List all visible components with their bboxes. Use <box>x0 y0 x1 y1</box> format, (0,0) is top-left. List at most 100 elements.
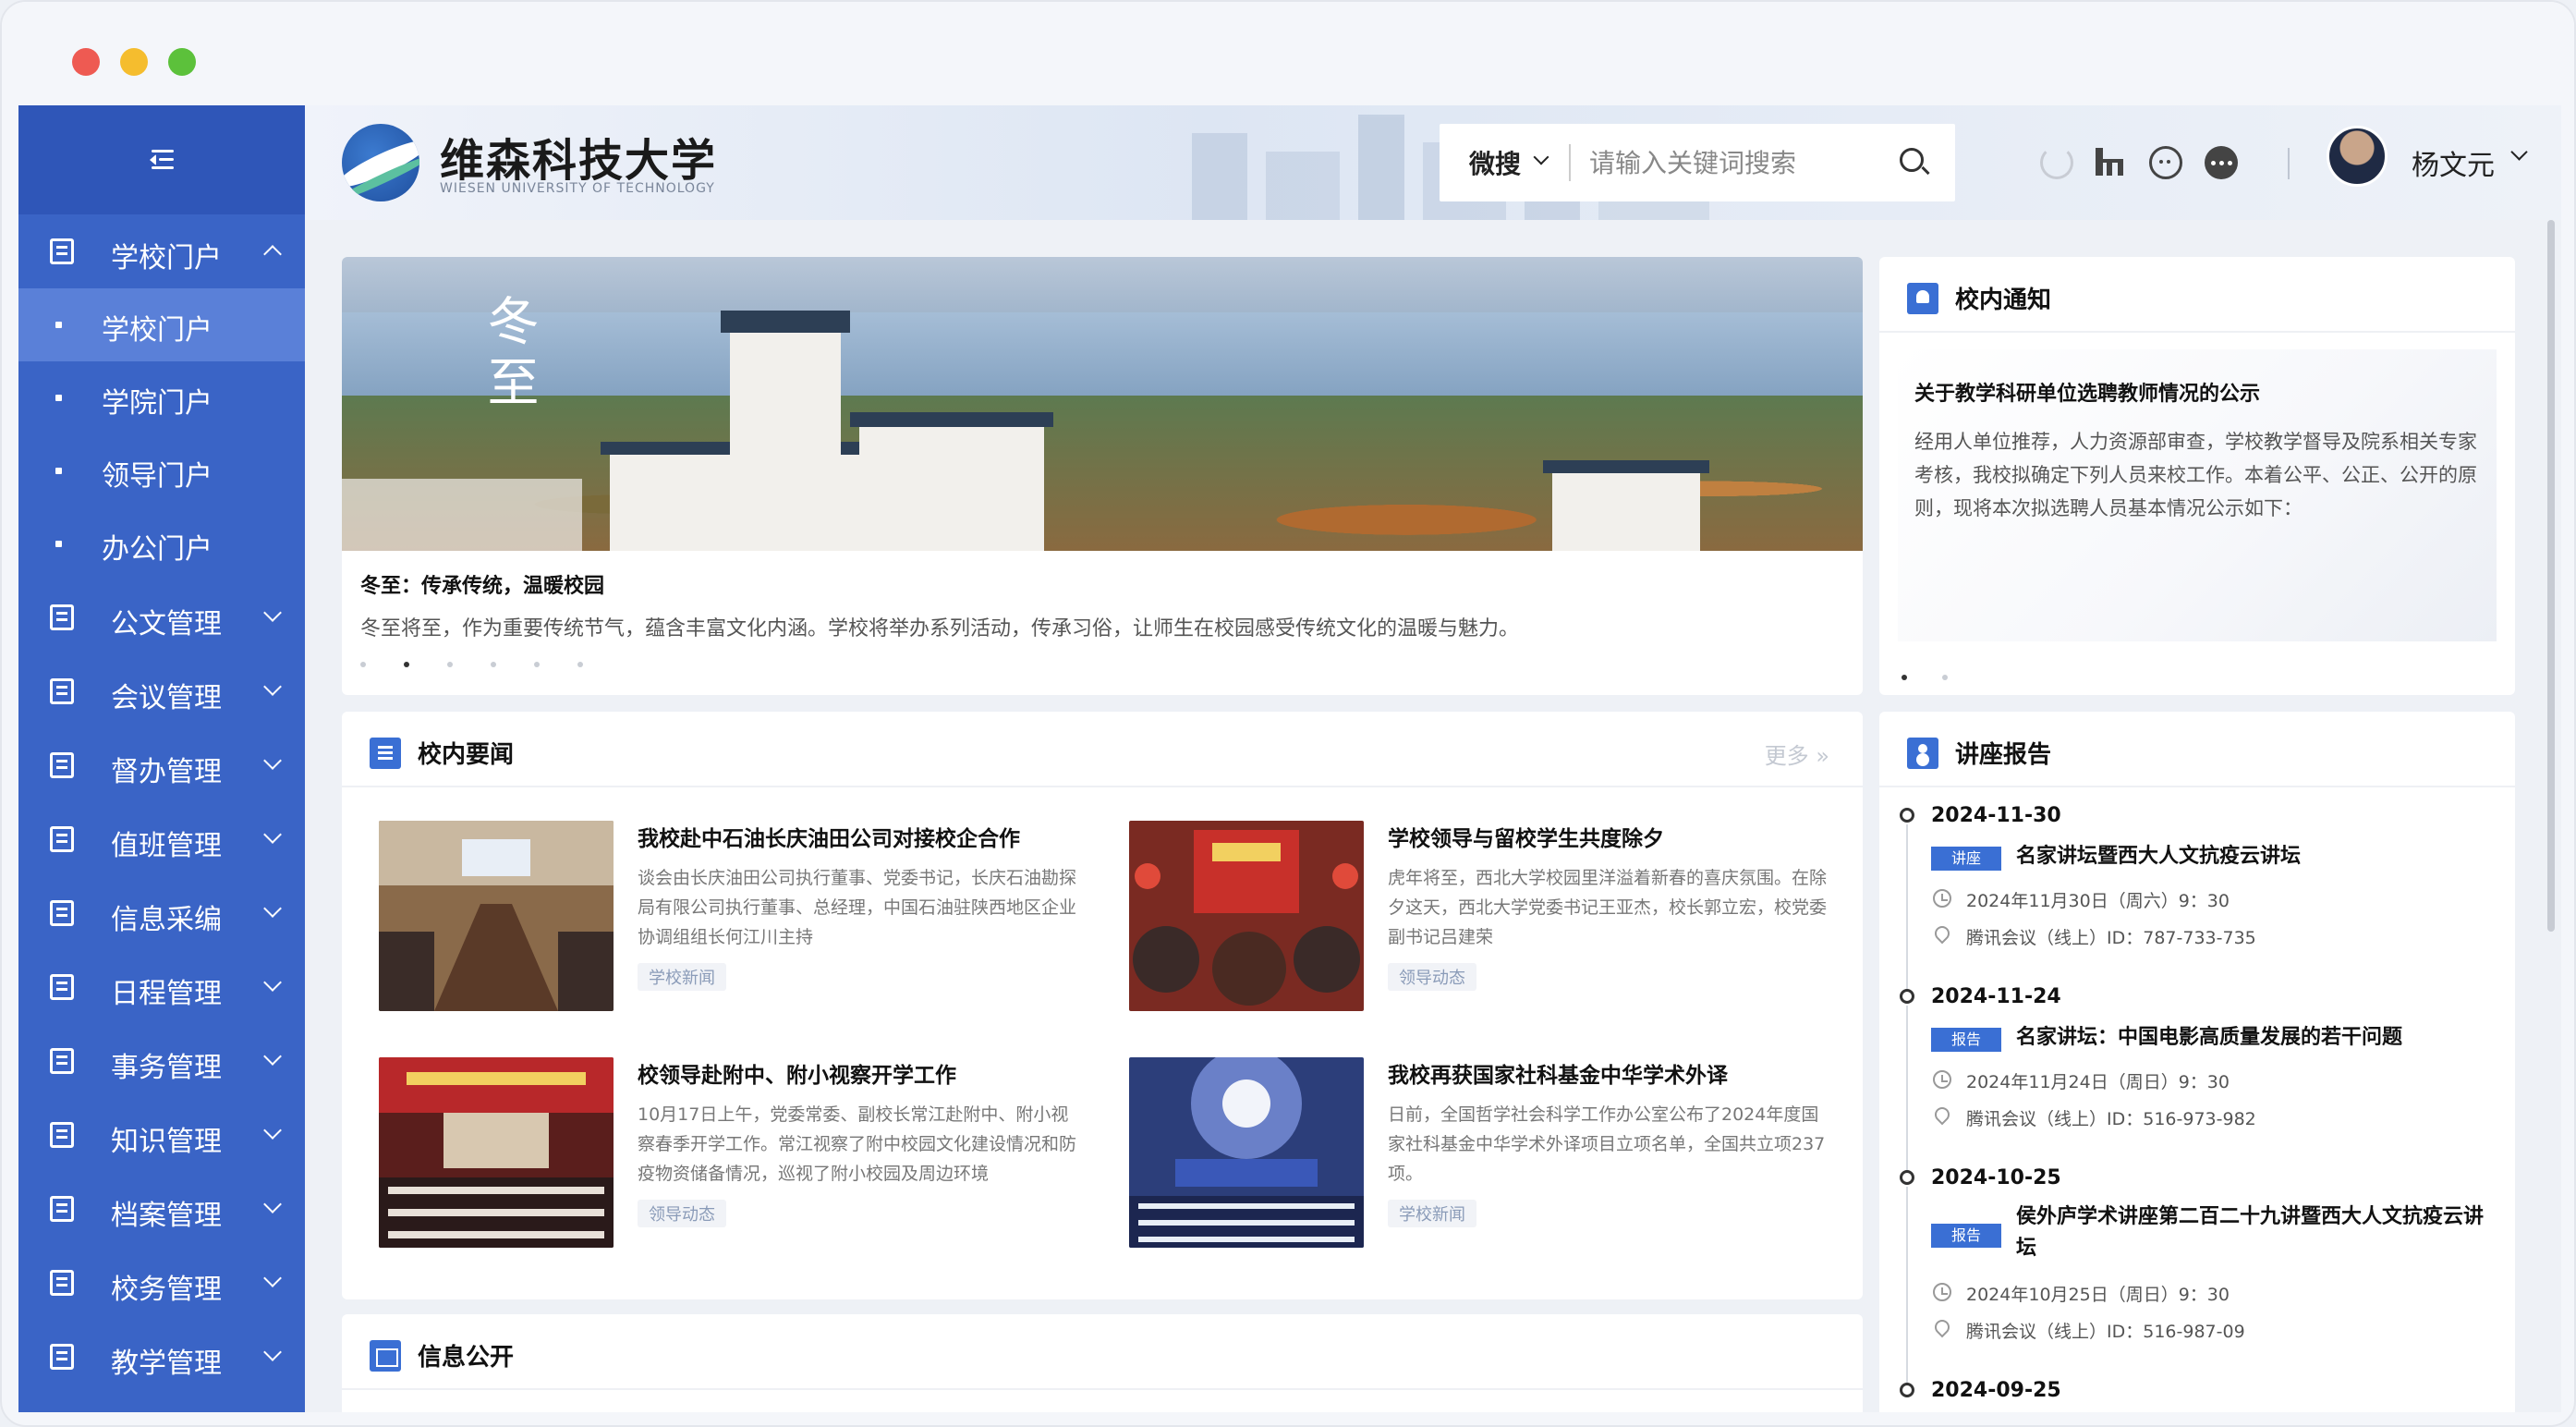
timeline-node <box>1900 1170 1914 1185</box>
minimize-window-button[interactable] <box>120 48 148 76</box>
news-item-title[interactable]: 我校再获国家社科基金中华学术外译 <box>1388 1057 1728 1089</box>
org-chart-icon[interactable] <box>2094 146 2127 179</box>
sidebar-group-affairs-mgmt[interactable]: 事务管理 <box>18 1024 305 1098</box>
notice-item-title[interactable]: 关于教学科研单位选聘教师情况的公示 <box>1914 377 2260 407</box>
document-icon <box>50 1270 74 1296</box>
news-thumbnail[interactable] <box>1129 821 1364 1011</box>
lecture-location: 腾讯会议（线上）ID：516-987-09 <box>1966 1322 2245 1342</box>
news-item-summary: 10月17日上午，党委常委、副校长常江赴附中、附小视察春季开学工作。常江视察了附… <box>638 1104 1077 1184</box>
news-item-tag[interactable]: 学校新闻 <box>638 963 726 991</box>
carousel-dot[interactable] <box>577 662 583 667</box>
sidebar-group-document-mgmt[interactable]: 公文管理 <box>18 580 305 654</box>
sidebar-group-school-portal[interactable]: 学校门户 <box>18 214 305 288</box>
sidebar-group-label: 校务管理 <box>111 1274 222 1306</box>
lecture-title[interactable]: 名家讲坛暨西大人文抗疫云讲坛 <box>2016 841 2497 872</box>
news-more-link[interactable]: 更多 » <box>1765 738 1829 770</box>
news-thumbnail[interactable] <box>379 1057 614 1248</box>
news-item-title[interactable]: 我校赴中石油长庆油田公司对接校企合作 <box>638 821 1020 852</box>
news-thumbnail[interactable] <box>379 821 614 1011</box>
sidebar-group-duty-mgmt[interactable]: 值班管理 <box>18 802 305 876</box>
news-item[interactable]: 我校赴中石油长庆油田公司对接校企合作 谈会由长庆油田公司执行董事、党委书记，长庆… <box>379 821 1100 1015</box>
news-item[interactable]: 我校再获国家社科基金中华学术外译 日前，全国哲学社会科学工作办公室公布了2024… <box>1129 1057 1850 1251</box>
timeline-node <box>1900 1383 1914 1397</box>
search-scope-select[interactable]: 微搜 <box>1469 144 1521 181</box>
chevron-down-icon <box>263 973 282 992</box>
news-item-tag[interactable]: 领导动态 <box>1388 963 1476 991</box>
header-divider <box>2288 148 2290 179</box>
news-item[interactable]: 学校领导与留校学生共度除夕 虎年将至，西北大学校园里洋溢着新春的喜庆氛围。在除夕… <box>1129 821 1850 1015</box>
main-scrollbar[interactable] <box>2545 220 2558 1412</box>
menu-collapse-icon <box>148 148 176 172</box>
sidebar-item-leader-portal[interactable]: 领导门户 <box>18 434 305 507</box>
maximize-window-button[interactable] <box>168 48 196 76</box>
banner-image: 冬至 <box>342 257 1863 551</box>
university-logo[interactable] <box>342 124 419 201</box>
search-input[interactable] <box>1589 139 1885 187</box>
lecture-date: 2024-11-30 <box>1931 804 2061 827</box>
sidebar-collapse-button[interactable] <box>18 105 305 214</box>
news-item-summary: 虎年将至，西北大学校园里洋溢着新春的喜庆氛围。在除夕这天，西北大学党委书记王亚杰… <box>1388 868 1828 947</box>
news-doc-icon <box>370 738 401 769</box>
banner-carousel[interactable]: 冬至 冬至：传承传统，温暖校园 冬至将至，作为重要传统节气，蕴含丰富文化内涵。学… <box>342 257 1863 695</box>
lecture-time: 2024年11月30日（周六）9：30 <box>1966 891 2230 911</box>
news-item-title[interactable]: 校领导赴附中、附小视察开学工作 <box>638 1057 956 1089</box>
timeline-line <box>1906 1187 1908 1384</box>
sidebar-group-teaching-mgmt[interactable]: 教学管理 <box>18 1320 305 1394</box>
refresh-icon[interactable] <box>2040 146 2073 179</box>
sidebar-group-school-affairs-mgmt[interactable]: 校务管理 <box>18 1246 305 1320</box>
banner-calligraphy: 冬至 <box>479 294 539 416</box>
lecture-location: 腾讯会议（线上）ID：787-733-735 <box>1966 928 2256 948</box>
sidebar-item-office-portal[interactable]: 办公门户 <box>18 507 305 580</box>
avatar[interactable] <box>2327 126 2388 187</box>
sidebar-group-schedule-mgmt[interactable]: 日程管理 <box>18 950 305 1024</box>
sidebar: 学校门户 学校门户 学院门户 领导门户 办公门户 公文管理 会议管理 督办管理 … <box>18 105 305 1412</box>
news-item[interactable]: 校领导赴附中、附小视察开学工作 10月17日上午，党委常委、副校长常江赴附中、附… <box>379 1057 1100 1251</box>
sidebar-group-archive-mgmt[interactable]: 档案管理 <box>18 1172 305 1246</box>
sidebar-item-school-portal[interactable]: 学校门户 <box>18 288 305 361</box>
sidebar-group-meeting-mgmt[interactable]: 会议管理 <box>18 654 305 728</box>
news-thumbnail[interactable] <box>1129 1057 1364 1248</box>
sidebar-group-supervision-mgmt[interactable]: 督办管理 <box>18 728 305 802</box>
lecture-item[interactable]: 2024-09-25 <box>1879 1379 2515 1412</box>
document-icon <box>50 1048 74 1074</box>
sidebar-item-label: 学校门户 <box>102 314 213 347</box>
carousel-dot-active[interactable] <box>1902 675 1907 680</box>
search-icon[interactable] <box>1900 148 1924 172</box>
lecture-date: 2024-10-25 <box>1931 1166 2061 1189</box>
close-window-button[interactable] <box>72 48 100 76</box>
news-item-title[interactable]: 学校领导与留校学生共度除夕 <box>1388 821 1664 852</box>
document-icon <box>50 1196 74 1222</box>
notice-card-title: 校内通知 <box>1955 287 2052 314</box>
banner-title[interactable]: 冬至：传承传统，温暖校园 <box>360 569 604 599</box>
news-item-tag[interactable]: 学校新闻 <box>1388 1200 1476 1227</box>
carousel-dot[interactable] <box>447 662 453 667</box>
scrollbar-thumb[interactable] <box>2547 220 2555 932</box>
sidebar-item-college-portal[interactable]: 学院门户 <box>18 361 305 434</box>
document-icon <box>50 752 74 778</box>
document-icon <box>50 604 74 630</box>
lecture-title[interactable]: 侯外庐学术讲座第二百二十九讲暨西大人文抗疫云讲坛 <box>2016 1201 2497 1264</box>
lecture-title[interactable]: 名家讲坛：中国电影高质量发展的若干问题 <box>2016 1022 2497 1054</box>
carousel-dot[interactable] <box>534 662 540 667</box>
lecture-item[interactable]: 2024-11-24 报告 名家讲坛：中国电影高质量发展的若干问题 2024年1… <box>1879 985 2515 1172</box>
sidebar-group-knowledge-mgmt[interactable]: 知识管理 <box>18 1098 305 1172</box>
news-item-summary: 谈会由长庆油田公司执行董事、党委书记，长庆石油勘探局有限公司执行董事、总经理，中… <box>638 868 1077 947</box>
lecture-item[interactable]: 2024-11-30 讲座 名家讲坛暨西大人文抗疫云讲坛 2024年11月30日… <box>1879 804 2515 991</box>
info-header: 信息公开 <box>342 1314 1863 1390</box>
carousel-dot-active[interactable] <box>404 662 409 667</box>
info-card-title: 信息公开 <box>418 1344 515 1372</box>
notice-item[interactable]: 关于教学科研单位选聘教师情况的公示 经用人单位推荐，人力资源部审查，学校教学督导… <box>1898 349 2497 641</box>
carousel-dot[interactable] <box>491 662 496 667</box>
more-icon[interactable] <box>2205 146 2238 179</box>
chevron-down-icon[interactable] <box>2510 143 2528 161</box>
sidebar-group-label: 事务管理 <box>111 1052 222 1084</box>
app-subtitle: WIESEN UNIVERSITY OF TECHNOLOGY <box>440 181 715 196</box>
carousel-dot[interactable] <box>360 662 366 667</box>
user-name[interactable]: 杨文元 <box>2412 142 2495 183</box>
chat-icon[interactable] <box>2149 146 2182 179</box>
carousel-dot[interactable] <box>1942 675 1948 680</box>
sidebar-group-label: 知识管理 <box>111 1126 222 1158</box>
lecture-item[interactable]: 2024-10-25 报告 侯外庐学术讲座第二百二十九讲暨西大人文抗疫云讲坛 2… <box>1879 1166 2515 1384</box>
news-item-tag[interactable]: 领导动态 <box>638 1200 726 1227</box>
sidebar-group-info-editing[interactable]: 信息采编 <box>18 876 305 950</box>
